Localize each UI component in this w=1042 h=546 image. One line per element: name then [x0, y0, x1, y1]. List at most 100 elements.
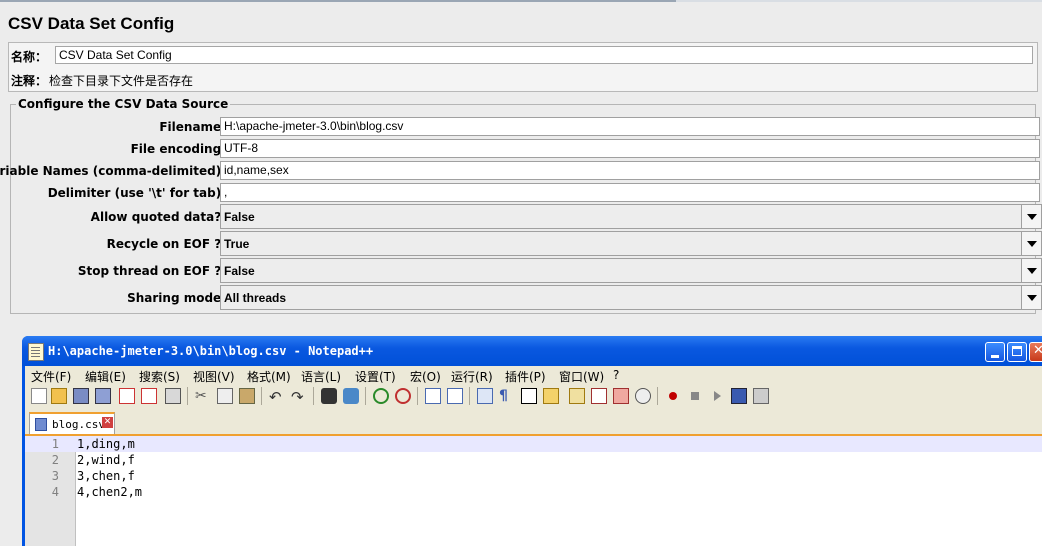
replace-icon[interactable] — [343, 388, 359, 404]
line-text: 3,chen,f — [77, 469, 135, 483]
name-row: 名称： CSV Data Set Config — [9, 44, 1037, 66]
indent-guide-icon[interactable] — [521, 388, 537, 404]
run-macro-multi-icon[interactable] — [731, 388, 747, 404]
filename-label: Filename: — [159, 120, 226, 134]
menu-file[interactable]: 文件(F) — [31, 368, 71, 385]
quoted-select[interactable]: False — [220, 204, 1042, 229]
monitor-icon[interactable] — [635, 388, 651, 404]
folder-icon[interactable] — [613, 388, 629, 404]
toolbar-separator — [261, 387, 262, 405]
maximize-button[interactable] — [1007, 342, 1027, 362]
sharing-dropdown-button[interactable] — [1021, 286, 1041, 309]
redo-icon[interactable]: ↷ — [291, 388, 307, 406]
sharing-label: Sharing mode: — [127, 291, 226, 305]
doc-map-icon[interactable] — [569, 388, 585, 404]
all-chars-icon[interactable]: ¶ — [499, 388, 515, 404]
menu-help[interactable]: ? — [613, 368, 619, 382]
menu-plugins[interactable]: 插件(P) — [505, 368, 546, 385]
menu-edit[interactable]: 编辑(E) — [85, 368, 126, 385]
toolbar: ✂ ↶ ↷ ¶ — [25, 385, 1042, 409]
stopthread-label: Stop thread on EOF ?: — [77, 264, 226, 278]
tab-blog-csv[interactable]: blog.csv ✕ — [29, 412, 115, 434]
menu-settings[interactable]: 设置(T) — [355, 368, 396, 385]
copy-icon[interactable] — [217, 388, 233, 404]
wrap-icon[interactable] — [477, 388, 493, 404]
recycle-value: True — [224, 237, 250, 251]
menu-window[interactable]: 窗口(W) — [559, 368, 604, 385]
chevron-down-icon — [1027, 241, 1037, 247]
toolbar-separator — [657, 387, 658, 405]
menu-run[interactable]: 运行(R) — [451, 368, 493, 385]
close-window-button[interactable] — [1029, 342, 1042, 362]
page-title: CSV Data Set Config — [8, 14, 175, 33]
menu-format[interactable]: 格式(M) — [247, 368, 291, 385]
tab-bar: blog.csv ✕ — [25, 410, 1042, 436]
recycle-select[interactable]: True — [220, 231, 1042, 256]
tab-label: blog.csv — [52, 418, 105, 431]
delimiter-input[interactable]: , — [220, 183, 1040, 202]
chevron-down-icon — [1027, 214, 1037, 220]
file-icon — [35, 418, 47, 431]
find-icon[interactable] — [321, 388, 337, 404]
chevron-down-icon — [1027, 268, 1037, 274]
minimize-button[interactable] — [985, 342, 1005, 362]
group-title: Configure the CSV Data Source — [16, 97, 231, 111]
quoted-dropdown-button[interactable] — [1021, 205, 1041, 228]
paste-icon[interactable] — [239, 388, 255, 404]
new-file-icon[interactable] — [31, 388, 47, 404]
recycle-dropdown-button[interactable] — [1021, 232, 1041, 255]
stopthread-dropdown-button[interactable] — [1021, 259, 1041, 282]
comment-input[interactable]: 检查下目录下文件是否存在 — [49, 72, 193, 89]
cut-icon[interactable]: ✂ — [195, 388, 211, 404]
editor-line[interactable]: 1 1,ding,m — [25, 436, 1042, 452]
save-icon[interactable] — [73, 388, 89, 404]
open-file-icon[interactable] — [51, 388, 67, 404]
recycle-label: Recycle on EOF ?: — [106, 237, 226, 251]
notepad-titlebar[interactable]: H:\apache-jmeter-3.0\bin\blog.csv - Note… — [22, 336, 1042, 366]
editor-area[interactable]: 1 1,ding,m 2 2,wind,f 3 3,chen,f 4 4,che… — [25, 436, 1042, 546]
function-list-icon[interactable] — [591, 388, 607, 404]
filename-input[interactable]: H:\apache-jmeter-3.0\bin\blog.csv — [220, 117, 1040, 136]
encoding-input[interactable]: UTF-8 — [220, 139, 1040, 158]
menu-language[interactable]: 语言(L) — [301, 368, 341, 385]
stopthread-select[interactable]: False — [220, 258, 1042, 283]
comment-row: 注释： 检查下目录下文件是否存在 — [9, 68, 1037, 90]
save-all-icon[interactable] — [95, 388, 111, 404]
name-label: 名称： — [11, 50, 48, 64]
menu-macro[interactable]: 宏(O) — [410, 368, 441, 385]
name-input[interactable]: CSV Data Set Config — [55, 46, 1033, 64]
menu-view[interactable]: 视图(V) — [193, 368, 235, 385]
notepad-app-icon — [28, 343, 44, 361]
save-macro-icon[interactable] — [753, 388, 769, 404]
varnames-label: Variable Names (comma-delimited): — [0, 164, 226, 178]
delimiter-label: Delimiter (use '\t' for tab): — [47, 186, 226, 200]
stopthread-value: False — [224, 264, 255, 278]
user-lang-icon[interactable] — [543, 388, 559, 404]
line-number: 2 — [51, 453, 59, 467]
close-all-icon[interactable] — [141, 388, 157, 404]
zoom-in-icon[interactable] — [373, 388, 389, 404]
sharing-select[interactable]: All threads — [220, 285, 1042, 310]
editor-line[interactable]: 2 2,wind,f — [25, 452, 1042, 468]
line-number: 1 — [51, 437, 59, 451]
undo-icon[interactable]: ↶ — [269, 388, 285, 406]
sync-v-icon[interactable] — [425, 388, 441, 404]
play-macro-icon[interactable] — [709, 388, 725, 404]
menu-search[interactable]: 搜索(S) — [139, 368, 180, 385]
menu-bar: 文件(F) 编辑(E) 搜索(S) 视图(V) 格式(M) 语言(L) 设置(T… — [25, 366, 1042, 384]
zoom-out-icon[interactable] — [395, 388, 411, 404]
record-macro-icon[interactable] — [665, 388, 681, 404]
sync-h-icon[interactable] — [447, 388, 463, 404]
editor-line[interactable]: 4 4,chen2,m — [25, 484, 1042, 500]
quoted-value: False — [224, 210, 255, 224]
print-icon[interactable] — [165, 388, 181, 404]
toolbar-separator — [187, 387, 188, 405]
editor-line[interactable]: 3 3,chen,f — [25, 468, 1042, 484]
close-icon[interactable] — [119, 388, 135, 404]
line-number: 3 — [51, 469, 59, 483]
comment-label: 注释： — [11, 74, 48, 88]
stop-macro-icon[interactable] — [687, 388, 703, 404]
tab-close-icon[interactable]: ✕ — [102, 417, 113, 428]
varnames-input[interactable]: id,name,sex — [220, 161, 1040, 180]
line-text: 2,wind,f — [77, 453, 135, 467]
